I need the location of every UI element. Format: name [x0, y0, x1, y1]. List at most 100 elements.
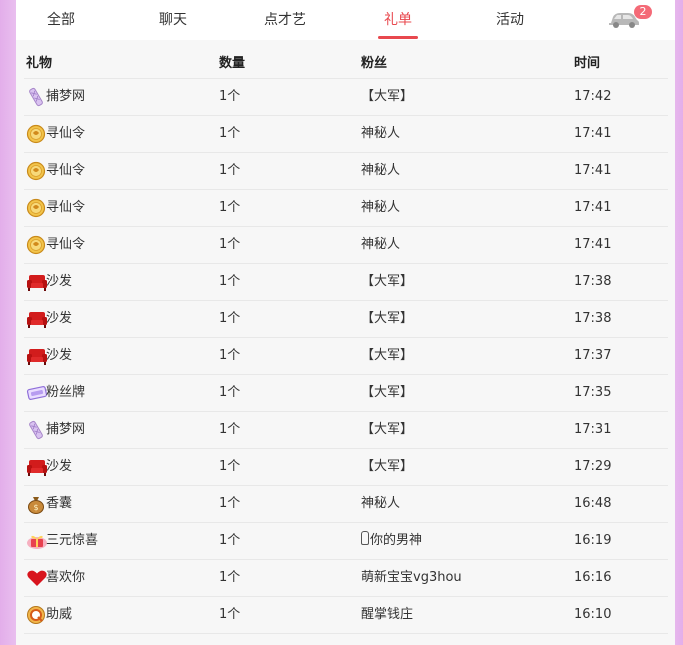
fan-name: 萌新宝宝vg3hou: [361, 560, 462, 596]
gift-quantity-text: 1个: [219, 422, 241, 437]
header-gift: 礼物: [26, 56, 53, 71]
car-button[interactable]: 2: [608, 5, 652, 32]
dreamcatcher-icon: [26, 420, 46, 440]
table-row[interactable]: 三元惊喜 1个 你的男神 16:19: [24, 522, 668, 559]
gift-time-text: 16:48: [574, 496, 612, 511]
gift-quantity-text: 1个: [219, 200, 241, 215]
gift-time-text: 17:35: [574, 385, 612, 400]
table-row[interactable]: 寻仙令 1个 神秘人 17:41: [24, 226, 668, 263]
sofa-icon: [26, 346, 47, 366]
gift-name-text: 沙发: [46, 311, 73, 326]
header-fan: 粉丝: [361, 56, 388, 71]
table-row[interactable]: 捕梦网 1个 【大军】 17:31: [24, 411, 668, 448]
gift-list-panel: 礼物 数量 粉丝 时间 捕梦网 1个 【大军】 17:42 寻仙令 1个 神秘人 17:41 寻…: [16, 40, 675, 645]
fan-name: 你的男神: [361, 523, 422, 559]
gift-time: 17:41: [574, 116, 611, 152]
gift-time: 17:37: [574, 338, 611, 374]
gift-name: 寻仙令: [46, 153, 85, 189]
fan-name: 【大军】: [361, 79, 413, 115]
fan-name-text: 神秘人: [361, 200, 401, 215]
gift-time: 17:38: [574, 301, 611, 337]
tab-chat[interactable]: 聊天: [144, 0, 202, 40]
gift-quantity-text: 1个: [219, 89, 241, 104]
tab-label: 活动: [496, 12, 524, 28]
fan-name-text: 萌新宝宝vg3hou: [361, 570, 462, 585]
gift-quantity: 1个: [219, 338, 240, 374]
active-tab-underline: [378, 36, 418, 39]
gift-name: 寻仙令: [46, 190, 85, 226]
surprise-box-icon: [26, 531, 47, 551]
table-row[interactable]: 捕梦网 1个 【大军】 17:42: [24, 78, 668, 115]
table-row[interactable]: $ 香囊 1个 神秘人 16:48: [24, 485, 668, 522]
fan-name: 神秘人: [361, 486, 400, 522]
fan-name: 【大军】: [361, 301, 413, 337]
gift-quantity-text: 1个: [219, 496, 241, 511]
gift-time: 17:42: [574, 79, 611, 115]
gift-quantity: 1个: [219, 116, 240, 152]
table-row[interactable]: 沙发 1个 【大军】 17:37: [24, 337, 668, 374]
gift-time: 17:31: [574, 412, 611, 448]
fan-name: 神秘人: [361, 153, 400, 189]
gift-quantity: 1个: [219, 264, 240, 300]
gift-name: 助威: [46, 597, 72, 633]
xunxian-token-icon: [26, 198, 46, 218]
gift-table-body: 捕梦网 1个 【大军】 17:42 寻仙令 1个 神秘人 17:41 寻仙令 1个 神秘人 17:41…: [24, 78, 668, 634]
table-row[interactable]: 寻仙令 1个 神秘人 17:41: [24, 189, 668, 226]
fan-name-text: 神秘人: [361, 496, 401, 511]
gift-quantity: 1个: [219, 227, 240, 263]
gift-name-text: 寻仙令: [46, 237, 86, 252]
gift-quantity: 1个: [219, 301, 240, 337]
table-row[interactable]: 粉丝牌 1个 【大军】 17:35: [24, 374, 668, 411]
gift-name-text: 沙发: [46, 459, 73, 474]
gift-time-text: 17:38: [574, 274, 612, 289]
gift-time-text: 16:16: [574, 570, 612, 585]
tab-gift-list[interactable]: 礼单: [368, 0, 428, 40]
fan-name: 【大军】: [361, 338, 413, 374]
table-header: 礼物 数量 粉丝 时间: [16, 40, 675, 78]
gift-name: 喜欢你: [46, 560, 85, 596]
gift-time-text: 16:10: [574, 607, 612, 622]
fan-name-text: 【大军】: [361, 385, 414, 400]
gift-quantity: 1个: [219, 412, 240, 448]
love-heart-icon: [26, 568, 47, 588]
fan-name-text: 神秘人: [361, 126, 401, 141]
tab-talent[interactable]: 点才艺: [254, 0, 316, 40]
table-row[interactable]: 助威 1个 醒掌钱庄 16:10: [24, 596, 668, 634]
fan-name-text: 【大军】: [361, 311, 414, 326]
notification-badge: 2: [634, 5, 652, 19]
fan-name-text: 你的男神: [370, 533, 423, 548]
table-row[interactable]: 喜欢你 1个 萌新宝宝vg3hou 16:16: [24, 559, 668, 596]
gift-time: 16:19: [574, 523, 611, 559]
gift-quantity: 1个: [219, 486, 240, 522]
gift-quantity-text: 1个: [219, 385, 241, 400]
gift-quantity-text: 1个: [219, 607, 241, 622]
gift-name-text: 捕梦网: [46, 89, 86, 104]
fan-name: 醒掌钱庄: [361, 597, 413, 633]
table-row[interactable]: 寻仙令 1个 神秘人 17:41: [24, 115, 668, 152]
table-row[interactable]: 沙发 1个 【大军】 17:29: [24, 448, 668, 485]
gift-time: 17:41: [574, 227, 611, 263]
fan-name: 神秘人: [361, 227, 400, 263]
sofa-icon: [26, 272, 47, 292]
xunxian-token-icon: [26, 235, 46, 255]
tab-activity[interactable]: 活动: [480, 0, 540, 40]
gift-quantity: 1个: [219, 153, 240, 189]
gift-time-text: 17:41: [574, 237, 612, 252]
table-row[interactable]: 沙发 1个 【大军】 17:38: [24, 263, 668, 300]
tab-all[interactable]: 全部: [32, 0, 90, 40]
table-row[interactable]: 沙发 1个 【大军】 17:38: [24, 300, 668, 337]
tab-label: 点才艺: [264, 12, 306, 28]
table-row[interactable]: 寻仙令 1个 神秘人 17:41: [24, 152, 668, 189]
svg-text:$: $: [33, 503, 38, 512]
gift-quantity-text: 1个: [219, 311, 241, 326]
gift-quantity-text: 1个: [219, 348, 241, 363]
tab-label: 聊天: [159, 12, 187, 28]
gift-quantity-text: 1个: [219, 274, 241, 289]
sofa-icon: [26, 457, 47, 477]
fan-name-text: 神秘人: [361, 163, 401, 178]
gift-name: 寻仙令: [46, 227, 85, 263]
gift-quantity-text: 1个: [219, 533, 241, 548]
gift-name-text: 沙发: [46, 274, 73, 289]
gift-name-text: 喜欢你: [46, 570, 86, 585]
gift-quantity: 1个: [219, 560, 240, 596]
